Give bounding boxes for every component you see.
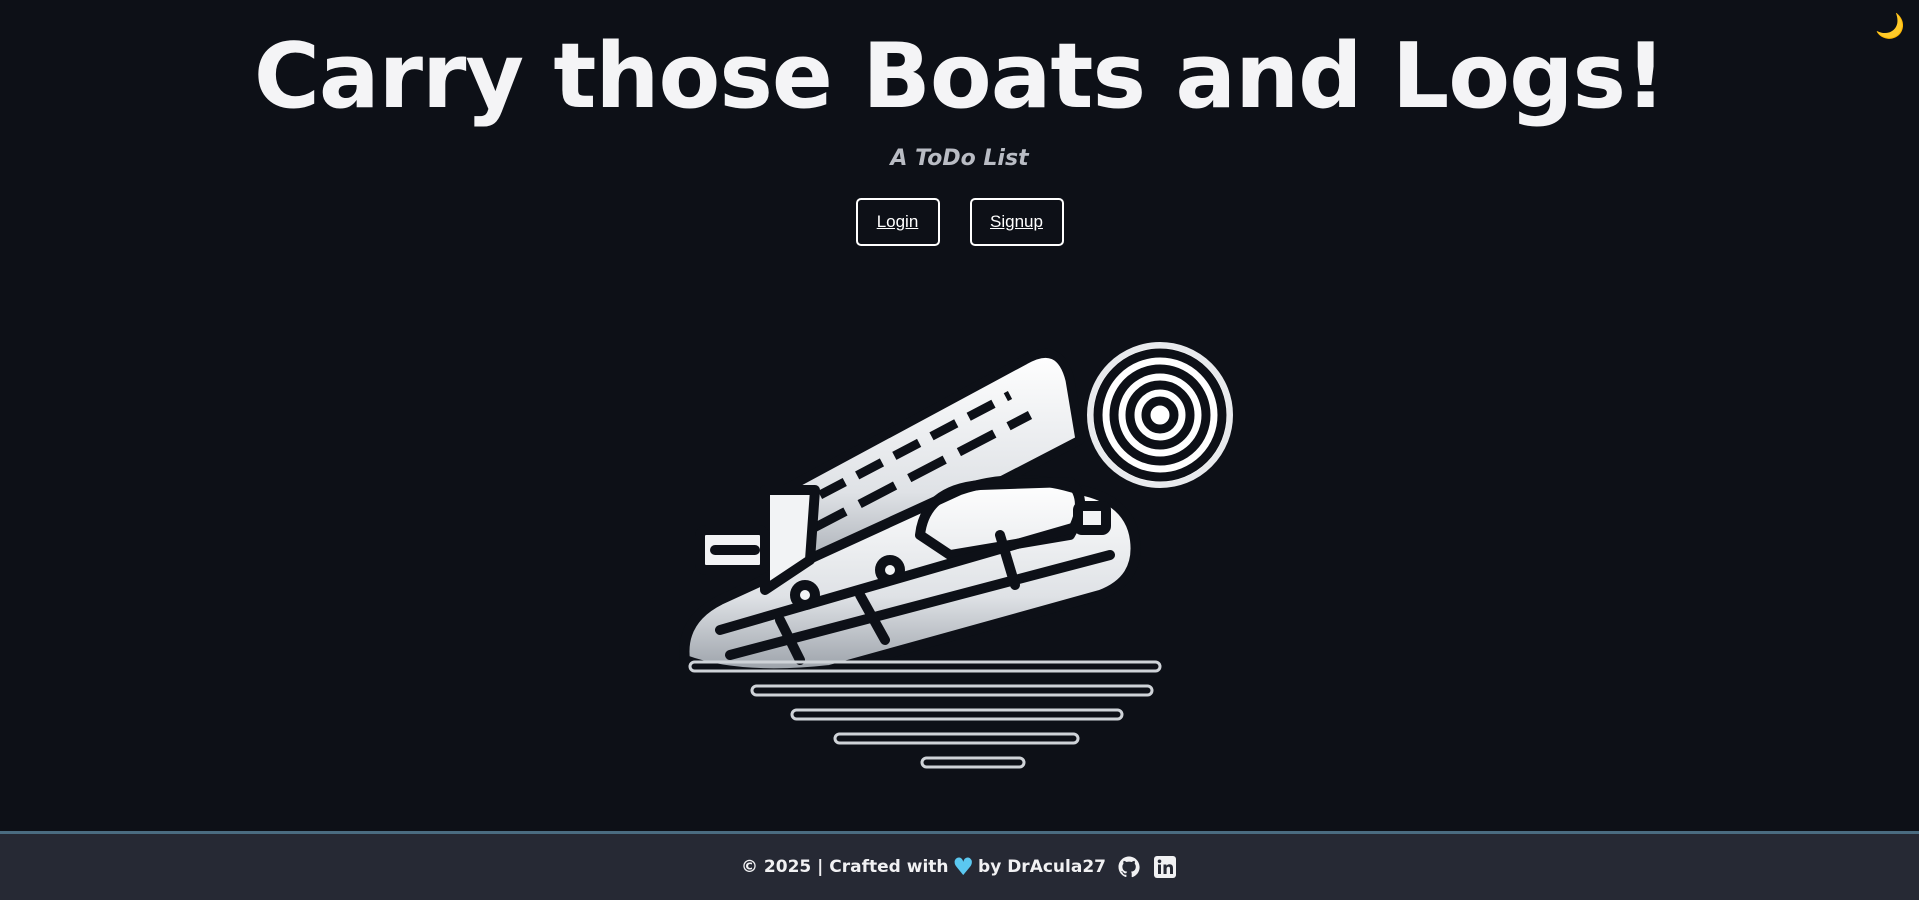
auth-buttons: Login Signup	[0, 198, 1919, 246]
footer-prefix: © 2025 | Crafted with	[741, 857, 949, 877]
footer-suffix: by DrAcula27	[978, 857, 1106, 877]
boat-and-log-illustration	[679, 342, 1233, 769]
login-button[interactable]: Login	[855, 198, 940, 246]
linkedin-icon[interactable]	[1152, 854, 1178, 880]
heart-icon: ♥	[952, 853, 975, 881]
signup-button[interactable]: Signup	[969, 198, 1064, 246]
page-title: Carry those Boats and Logs!	[253, 24, 1666, 129]
github-icon[interactable]	[1116, 854, 1142, 880]
page: 🌙 Carry those Boats and Logs! A ToDo Lis…	[0, 0, 1919, 900]
footer: © 2025 | Crafted with ♥ by DrAcula27	[0, 831, 1919, 900]
page-subtitle: A ToDo List	[890, 146, 1029, 171]
